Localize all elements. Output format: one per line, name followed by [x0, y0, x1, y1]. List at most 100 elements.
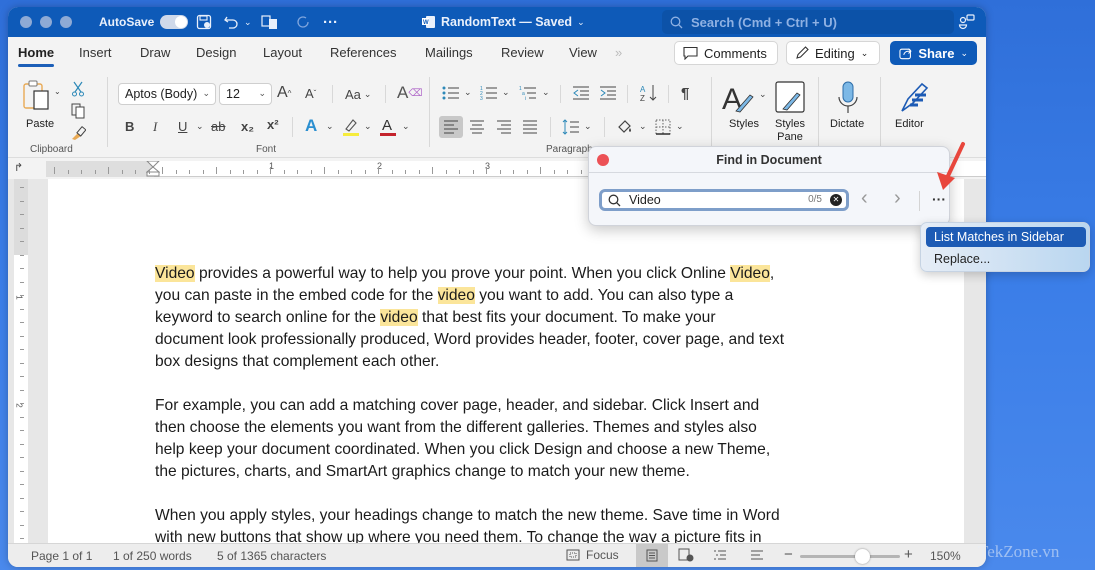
show-formatting-marks-icon[interactable]: ¶ [681, 85, 689, 102]
shading-icon[interactable] [616, 118, 634, 136]
underline-dropdown-icon[interactable]: ⌄ [196, 121, 204, 132]
search-box[interactable]: Search (Cmd + Ctrl + U) [662, 10, 954, 34]
microphone-icon[interactable] [837, 81, 859, 115]
styles-dropdown-icon[interactable]: ⌄ [759, 89, 767, 100]
italic-button[interactable]: I [153, 119, 157, 135]
outline-view-button[interactable] [713, 549, 727, 564]
increase-indent-icon[interactable] [599, 85, 617, 101]
zoom-slider-thumb[interactable] [855, 549, 871, 564]
tab-design[interactable]: Design [196, 45, 236, 60]
autosave[interactable]: AutoSave [99, 7, 189, 37]
cut-icon[interactable] [70, 81, 86, 97]
web-layout-view-button[interactable] [678, 548, 694, 565]
subscript-button[interactable]: x₂ [241, 119, 254, 134]
print-layout-view-button[interactable] [636, 544, 668, 567]
clipboard-history-icon[interactable] [261, 7, 279, 37]
tab-references[interactable]: References [330, 45, 396, 60]
tab-home[interactable]: Home [18, 45, 55, 67]
shading-dropdown-icon[interactable]: ⌄ [639, 121, 647, 132]
paste-dropdown-icon[interactable]: ⌄ [54, 87, 61, 96]
document-title[interactable]: W RandomText — Saved ⌄ [422, 7, 585, 37]
tab-draw[interactable]: Draw [140, 45, 170, 60]
format-painter-icon[interactable] [70, 125, 86, 141]
document-paragraph[interactable]: Video provides a powerful way to help yo… [155, 263, 875, 373]
tabs-overflow-icon[interactable]: » [615, 45, 622, 60]
styles-button[interactable]: Styles [729, 118, 759, 131]
character-count[interactable]: 5 of 1365 characters [217, 549, 326, 563]
change-case-button[interactable]: Aa ⌄ [345, 87, 371, 102]
tab-insert[interactable]: Insert [79, 45, 112, 60]
editing-mode-button[interactable]: Editing ⌄ [786, 41, 880, 65]
underline-button[interactable]: U [178, 119, 187, 134]
tab-review[interactable]: Review [501, 45, 544, 60]
multilevel-dropdown-icon[interactable]: ⌄ [542, 87, 550, 98]
tab-view[interactable]: View [569, 45, 597, 60]
clear-formatting-icon[interactable]: A ⌫ [397, 83, 422, 103]
tab-layout[interactable]: Layout [263, 45, 302, 60]
sort-icon[interactable]: AZ [639, 83, 659, 103]
menu-item-replace[interactable]: Replace... [926, 249, 1086, 269]
close-window-button[interactable] [20, 16, 32, 28]
document-page[interactable]: Video provides a powerful way to help yo… [48, 179, 964, 546]
page-count[interactable]: Page 1 of 1 [31, 549, 92, 563]
align-right-icon[interactable] [496, 120, 512, 134]
editor-button[interactable]: Editor [895, 118, 924, 131]
autosave-toggle[interactable] [160, 15, 189, 29]
numbering-icon[interactable]: 123 [480, 85, 498, 101]
more-icon[interactable]: ··· [323, 7, 338, 37]
word-count[interactable]: 1 of 250 words [113, 549, 192, 563]
borders-icon[interactable] [654, 118, 672, 136]
bullets-dropdown-icon[interactable]: ⌄ [464, 87, 472, 98]
indent-marker-icon[interactable] [146, 161, 160, 177]
find-dialog-close-button[interactable] [597, 154, 609, 166]
zoom-out-button[interactable]: − [784, 546, 793, 563]
styles-pane-icon[interactable] [775, 81, 805, 113]
draft-view-button[interactable] [750, 549, 764, 564]
increase-font-size-icon[interactable]: A ^ [277, 84, 291, 102]
align-center-icon[interactable] [469, 120, 485, 134]
vertical-ruler[interactable]: 1 2 [14, 179, 28, 543]
bullets-icon[interactable] [442, 85, 460, 101]
document-paragraph[interactable]: For example, you can add a matching cove… [155, 395, 875, 483]
previous-match-button[interactable]: ‹ [861, 187, 868, 210]
editor-icon[interactable] [898, 81, 930, 115]
align-left-button[interactable] [439, 116, 463, 138]
decrease-font-size-icon[interactable]: Aˇ [305, 86, 316, 101]
numbering-dropdown-icon[interactable]: ⌄ [502, 87, 510, 98]
styles-pane-button[interactable]: Styles Pane [772, 118, 808, 144]
line-spacing-icon[interactable] [562, 118, 580, 136]
paste-button[interactable]: Paste [26, 118, 54, 131]
highlight-dropdown-icon[interactable]: ⌄ [364, 121, 372, 132]
font-color-dropdown-icon[interactable]: ⌄ [402, 121, 410, 132]
clear-search-icon[interactable]: ✕ [830, 194, 842, 206]
tab-mailings[interactable]: Mailings [425, 45, 473, 60]
menu-item-list-matches[interactable]: List Matches in Sidebar [926, 227, 1086, 247]
undo-icon[interactable] [223, 7, 239, 37]
font-family-select[interactable]: Aptos (Body) ⌄ [118, 83, 216, 105]
share-button[interactable]: Share ⌄ [890, 41, 977, 65]
styles-icon[interactable]: A [722, 81, 756, 115]
multilevel-list-icon[interactable]: 1ai [519, 85, 537, 101]
save-icon[interactable] [196, 7, 212, 37]
redo-icon[interactable] [295, 7, 311, 37]
next-match-button[interactable]: › [894, 187, 901, 210]
justify-icon[interactable] [522, 120, 538, 134]
borders-dropdown-icon[interactable]: ⌄ [676, 121, 684, 132]
undo-dropdown-icon[interactable]: ⌄ [244, 7, 252, 37]
zoom-window-button[interactable] [60, 16, 72, 28]
copy-icon[interactable] [70, 103, 86, 119]
paste-icon[interactable] [22, 79, 54, 113]
zoom-level[interactable]: 150% [930, 549, 961, 563]
line-spacing-dropdown-icon[interactable]: ⌄ [584, 121, 592, 132]
superscript-button[interactable]: x² [267, 117, 279, 132]
dictate-button[interactable]: Dictate [830, 118, 864, 131]
highlight-color-icon[interactable] [342, 117, 360, 137]
font-color-icon[interactable]: A [379, 116, 397, 137]
copilot-feedback-icon[interactable] [958, 7, 976, 37]
bold-button[interactable]: B [125, 119, 134, 134]
text-effects-icon[interactable]: A [305, 116, 317, 136]
zoom-slider[interactable] [800, 549, 900, 564]
zoom-in-button[interactable]: + [904, 546, 913, 563]
tab-stop-selector-icon[interactable]: ↱ [14, 161, 23, 174]
focus-mode-button[interactable]: Focus [566, 548, 619, 562]
